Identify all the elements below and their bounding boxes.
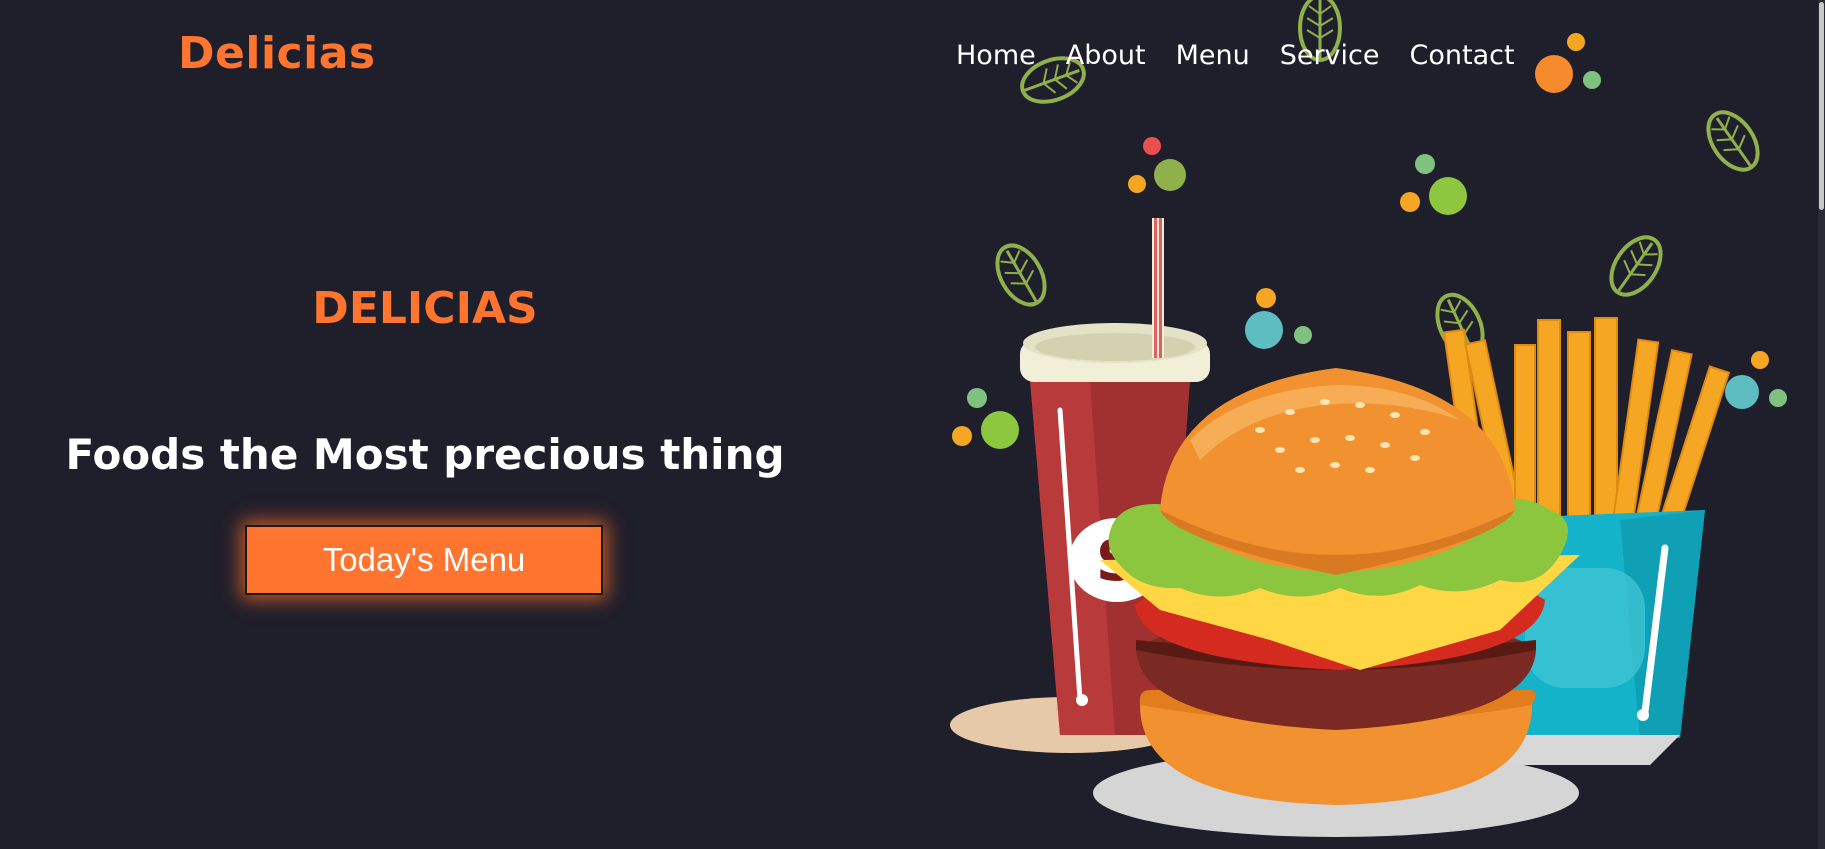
main-nav: Home About Menu Service Contact	[956, 40, 1515, 71]
hero-title: Foods the Most precious thing	[65, 430, 785, 479]
nav-menu[interactable]: Menu	[1176, 40, 1250, 71]
nav-home[interactable]: Home	[956, 40, 1036, 71]
brand-logo[interactable]: Delicias	[178, 28, 376, 79]
page-scrollbar[interactable]	[1818, 0, 1825, 849]
hero-eyebrow: DELICIAS	[312, 283, 538, 334]
scrollbar-thumb[interactable]	[1819, 2, 1824, 210]
burger-fries-drink-illustration: S	[950, 0, 1787, 837]
todays-menu-button[interactable]: Today's Menu	[245, 525, 603, 595]
landing-page: Delicias Home About Menu Service Contact…	[0, 0, 1825, 849]
nav-service[interactable]: Service	[1280, 40, 1380, 71]
nav-contact[interactable]: Contact	[1410, 40, 1515, 71]
nav-about[interactable]: About	[1066, 40, 1146, 71]
